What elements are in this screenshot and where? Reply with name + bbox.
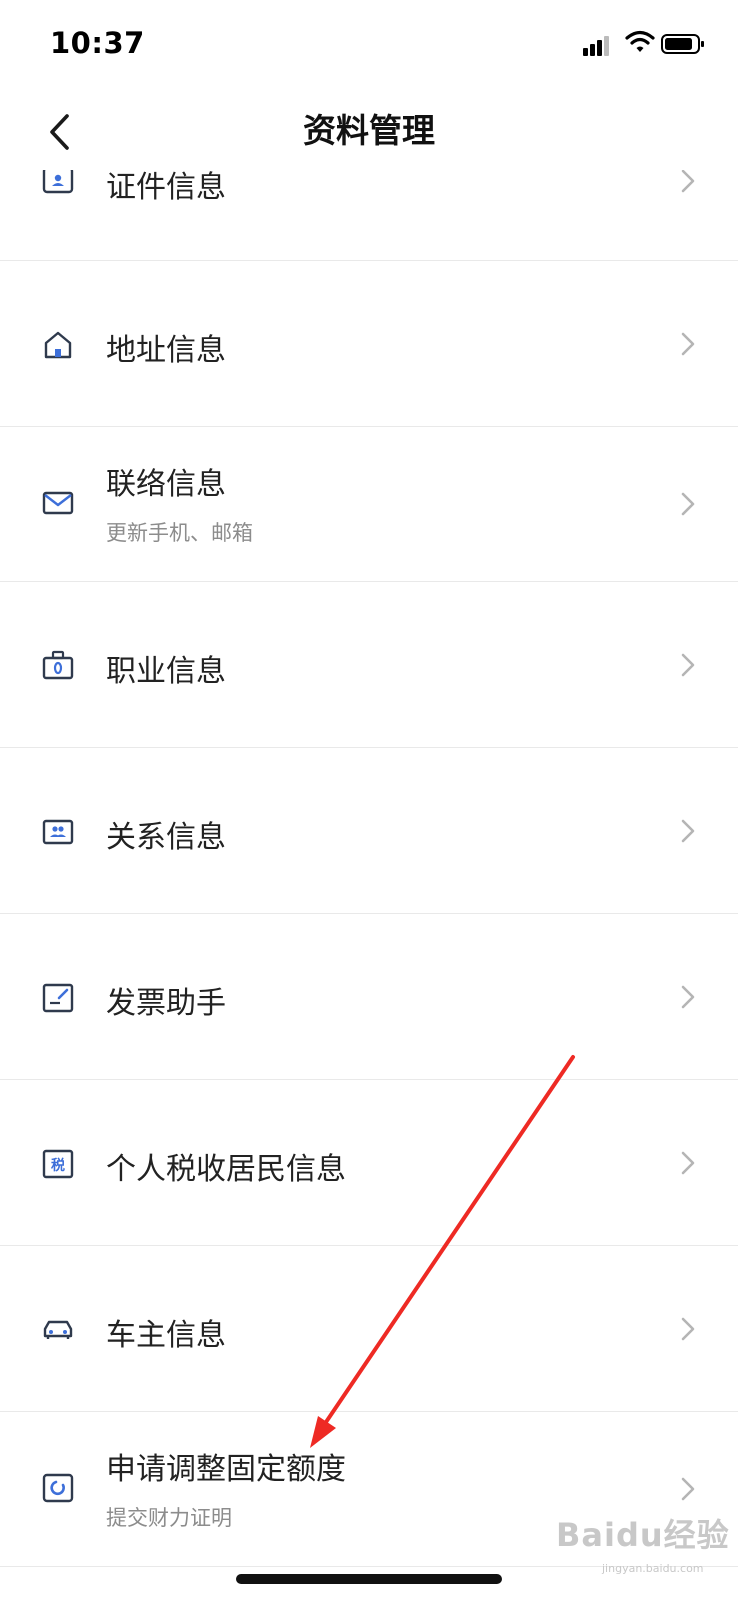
chevron-right-icon [681, 492, 695, 516]
list-item-label: 地址信息 [106, 333, 226, 368]
list-item-label: 发票助手 [106, 986, 226, 1021]
car-icon [43, 1320, 73, 1339]
chevron-right-icon [681, 819, 695, 843]
page-title: 资料管理 [303, 111, 435, 150]
badge-icon [42, 650, 74, 680]
mail-icon [42, 491, 74, 515]
list-item-address-info[interactable]: 地址信息 [0, 261, 738, 427]
contacts-icon [42, 819, 74, 845]
home-indicator[interactable] [236, 1574, 502, 1584]
signal-icon [583, 34, 613, 56]
chevron-right-icon [681, 169, 695, 193]
status-time: 10:37 [50, 26, 145, 60]
battery-icon [661, 34, 704, 54]
list-item-label: 个人税收居民信息 [106, 1152, 346, 1187]
chevron-right-icon [681, 332, 695, 356]
list-item-label: 申请调整固定额度 [106, 1452, 346, 1487]
chevron-right-icon [681, 985, 695, 1009]
chevron-right-icon [681, 1477, 695, 1501]
list-item-label: 关系信息 [106, 820, 226, 855]
status-bar: 10:37 [0, 0, 738, 90]
list-item-car-owner-info[interactable]: 车主信息 [0, 1246, 738, 1412]
list-item-label: 联络信息 [106, 467, 226, 502]
chevron-right-icon [681, 653, 695, 677]
list-item-contact-info[interactable]: 联络信息 更新手机、邮箱 [0, 427, 738, 582]
list-item-tax-resident-info[interactable]: 税 个人税收居民信息 [0, 1080, 738, 1246]
chevron-right-icon [681, 1151, 695, 1175]
watermark-brand: Baidu经验 [556, 1516, 730, 1554]
list-item-label: 车主信息 [106, 1318, 226, 1353]
chevron-right-icon [681, 1317, 695, 1341]
wifi-icon [625, 30, 655, 52]
tax-icon: 税 [42, 1149, 74, 1179]
navigation-bar: 资料管理 [0, 90, 738, 170]
list-item-relation-info[interactable]: 关系信息 [0, 748, 738, 914]
watermark-url: jingyan.baidu.com [602, 1562, 704, 1575]
list-item-subtitle: 更新手机、邮箱 [106, 521, 253, 545]
tax-icon-glyph: 税 [51, 1157, 65, 1174]
list-item-subtitle: 提交财力证明 [106, 1506, 232, 1530]
invoice-icon [42, 983, 74, 1013]
baidu-watermark: Baidu经验 jingyan.baidu.com [556, 1510, 729, 1575]
home-icon [44, 331, 72, 359]
list-item-invoice-assistant[interactable]: 发票助手 [0, 914, 738, 1080]
limit-icon [42, 1473, 74, 1503]
list-item-label: 职业信息 [106, 654, 226, 689]
list-item-career-info[interactable]: 职业信息 [0, 582, 738, 748]
